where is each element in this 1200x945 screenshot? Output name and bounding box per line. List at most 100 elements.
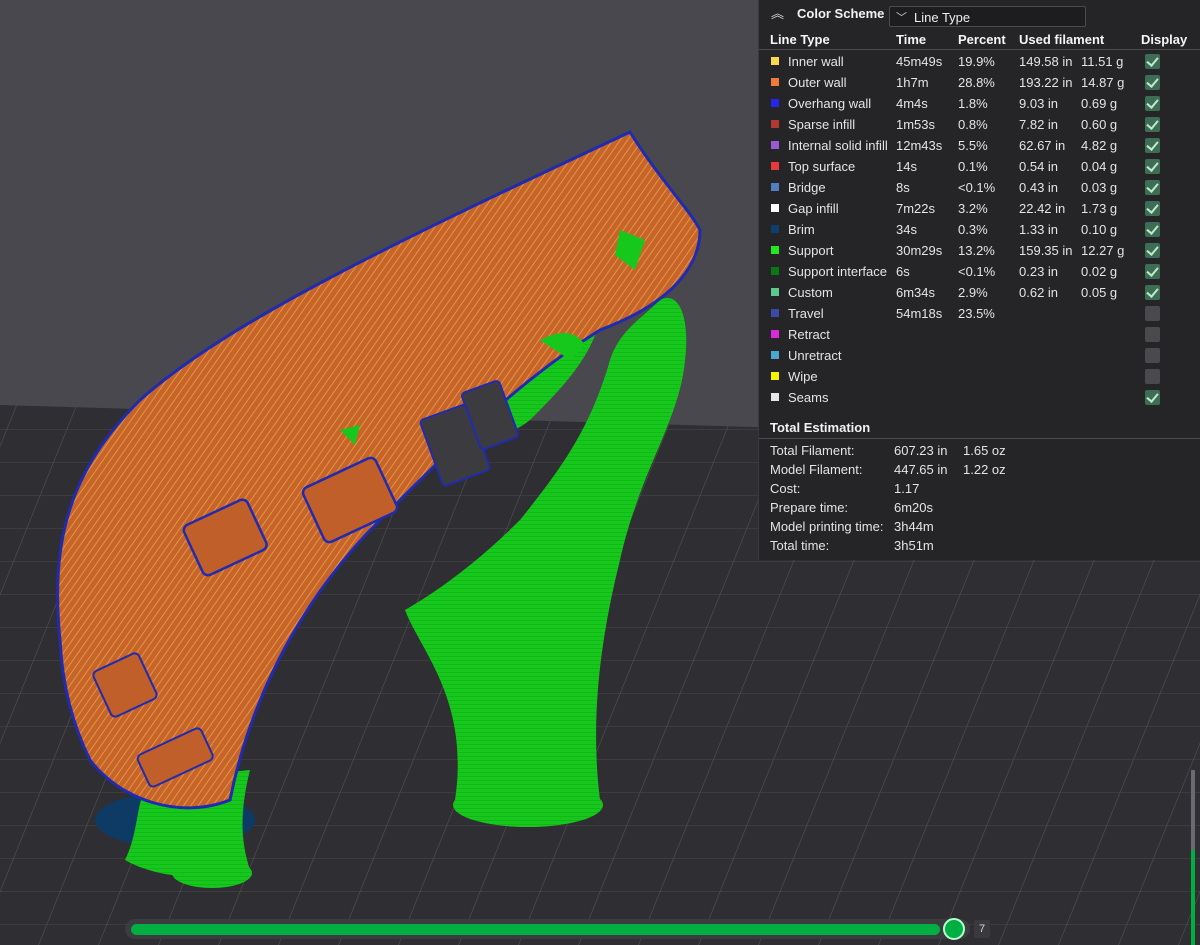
line-type-filament-length: 1.33 in [1019, 222, 1059, 237]
color-swatch [771, 330, 779, 338]
line-type-name: Retract [788, 327, 830, 342]
line-type-filament-weight: 0.04 g [1081, 159, 1118, 174]
line-type-percent: 2.9% [958, 285, 988, 300]
color-swatch [771, 162, 779, 170]
display-checkbox[interactable] [1145, 138, 1160, 153]
display-checkbox[interactable] [1145, 348, 1160, 363]
line-type-filament-weight: 0.03 g [1081, 180, 1118, 195]
display-checkbox[interactable] [1145, 159, 1160, 174]
display-checkbox[interactable] [1145, 117, 1160, 132]
estimation-value: 3h44m [894, 519, 934, 534]
display-checkbox[interactable] [1145, 264, 1160, 279]
line-type-percent: 1.8% [958, 96, 988, 111]
color-scheme-dropdown[interactable]: ﹀ Line Type [889, 6, 1086, 27]
header-time: Time [896, 32, 927, 47]
total-estimation-row: Total Filament: 607.23 in 1.65 oz [759, 441, 1200, 460]
line-type-time: 4m4s [896, 96, 928, 111]
line-type-time: 8s [896, 180, 910, 195]
line-type-row: Bridge 8s <0.1% 0.43 in 0.03 g [759, 177, 1200, 198]
line-type-percent: 0.1% [958, 159, 988, 174]
display-checkbox[interactable] [1145, 201, 1160, 216]
line-type-filament-length: 149.58 in [1019, 54, 1073, 69]
line-type-time: 14s [896, 159, 917, 174]
display-checkbox[interactable] [1145, 243, 1160, 258]
color-swatch [771, 267, 779, 275]
display-checkbox[interactable] [1145, 327, 1160, 342]
estimation-label: Total Filament: [770, 443, 855, 458]
estimation-value: 6m20s [894, 500, 934, 515]
color-swatch [771, 99, 779, 107]
line-type-filament-weight: 12.27 g [1081, 243, 1125, 258]
color-scheme-selected-value: Line Type [914, 10, 971, 25]
line-type-filament-length: 62.67 in [1019, 138, 1066, 153]
estimation-value-secondary: 1.65 oz [963, 443, 1006, 458]
line-type-row: Brim 34s 0.3% 1.33 in 0.10 g [759, 219, 1200, 240]
color-swatch [771, 78, 779, 86]
line-type-row: Support 30m29s 13.2% 159.35 in 12.27 g [759, 240, 1200, 261]
slider-value-label: 7 [974, 920, 990, 938]
color-swatch [771, 372, 779, 380]
line-type-percent: 28.8% [958, 75, 995, 90]
color-scheme-title: Color Scheme [797, 6, 885, 21]
line-type-row: Top surface 14s 0.1% 0.54 in 0.04 g [759, 156, 1200, 177]
estimation-label: Cost: [770, 481, 801, 496]
color-swatch [771, 204, 779, 212]
header-line-type: Line Type [770, 32, 830, 47]
color-swatch [771, 57, 779, 65]
line-type-filament-length: 0.54 in [1019, 159, 1059, 174]
vertical-slider-edge[interactable] [1186, 770, 1200, 945]
line-type-filament-length: 193.22 in [1019, 75, 1073, 90]
line-type-time: 34s [896, 222, 917, 237]
line-type-percent: 5.5% [958, 138, 988, 153]
display-checkbox[interactable] [1145, 96, 1160, 111]
estimation-value: 1.17 [894, 481, 920, 496]
display-checkbox[interactable] [1145, 285, 1160, 300]
line-type-percent: 0.3% [958, 222, 988, 237]
line-type-time: 54m18s [896, 306, 943, 321]
line-type-filament-length: 0.23 in [1019, 264, 1059, 279]
color-swatch [771, 351, 779, 359]
color-swatch [771, 141, 779, 149]
line-type-time: 6m34s [896, 285, 936, 300]
display-checkbox[interactable] [1145, 306, 1160, 321]
slider-thumb[interactable] [943, 918, 965, 940]
line-type-percent: 0.8% [958, 117, 988, 132]
display-checkbox[interactable] [1145, 222, 1160, 237]
line-type-name: Internal solid infill [788, 138, 888, 153]
estimation-value-secondary: 1.22 oz [963, 462, 1006, 477]
line-type-table-header: Line Type Time Percent Used filament Dis… [759, 30, 1200, 50]
line-type-percent: <0.1% [958, 264, 996, 279]
line-type-row: Wipe [759, 366, 1200, 387]
line-type-name: Overhang wall [788, 96, 872, 111]
line-type-time: 6s [896, 264, 910, 279]
line-type-row: Outer wall 1h7m 28.8% 193.22 in 14.87 g [759, 72, 1200, 93]
color-swatch [771, 225, 779, 233]
line-type-filament-weight: 0.69 g [1081, 96, 1118, 111]
line-type-filament-weight: 14.87 g [1081, 75, 1125, 90]
estimation-label: Total time: [770, 538, 830, 553]
total-estimation-row: Model printing time: 3h44m [759, 517, 1200, 536]
line-type-name: Brim [788, 222, 815, 237]
display-checkbox[interactable] [1145, 390, 1160, 405]
color-scheme-header: ︽ Color Scheme ﹀ Line Type [759, 0, 1200, 30]
layer-slider[interactable]: 7 [125, 915, 995, 945]
line-type-percent: 13.2% [958, 243, 995, 258]
color-swatch [771, 288, 779, 296]
estimation-value: 3h51m [894, 538, 934, 553]
double-chevron-up-icon[interactable]: ︽ [771, 6, 787, 22]
total-estimation-row: Model Filament: 447.65 in 1.22 oz [759, 460, 1200, 479]
estimation-label: Model printing time: [770, 519, 884, 534]
display-checkbox[interactable] [1145, 54, 1160, 69]
line-type-filament-length: 22.42 in [1019, 201, 1066, 216]
estimation-value: 607.23 in [894, 443, 948, 458]
display-checkbox[interactable] [1145, 75, 1160, 90]
color-swatch [771, 393, 779, 401]
chevron-down-icon: ﹀ [896, 12, 907, 24]
line-type-filament-weight: 11.51 g [1081, 54, 1124, 69]
display-checkbox[interactable] [1145, 180, 1160, 195]
line-type-percent: <0.1% [958, 180, 996, 195]
display-checkbox[interactable] [1145, 369, 1160, 384]
line-type-time: 1m53s [896, 117, 936, 132]
line-type-name: Gap infill [788, 201, 839, 216]
line-type-filament-length: 159.35 in [1019, 243, 1073, 258]
